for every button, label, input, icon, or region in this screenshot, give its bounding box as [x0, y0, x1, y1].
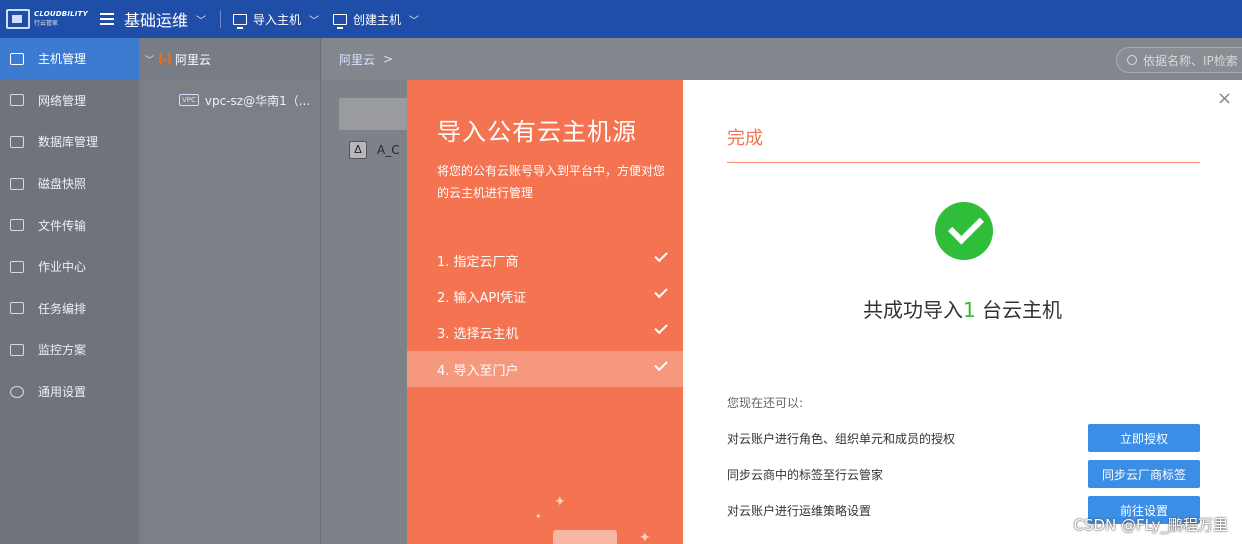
divider	[220, 10, 222, 28]
sidebar-item-label: 通用设置	[38, 385, 87, 400]
check-icon	[654, 248, 668, 263]
decoration-illustration	[553, 530, 617, 544]
sparkle-icon: ✦	[535, 512, 542, 521]
title-divider	[727, 162, 1200, 163]
job-icon	[10, 260, 24, 273]
watermark: CSDN @FLy_鹏程万里	[1073, 516, 1228, 534]
database-icon	[10, 135, 24, 148]
tree-node-label: 阿里云	[174, 52, 211, 67]
create-host-label: 创建主机	[353, 12, 402, 27]
monitor-icon	[233, 13, 248, 29]
result-message: 共成功导入1 台云主机	[683, 294, 1242, 323]
sidebar-item-network[interactable]: 网络管理	[0, 80, 139, 122]
top-bar: CLOUDBILITY 行云管家 基础运维 ﹀ 导入主机 ﹀ 创建主机 ﹀	[0, 0, 1242, 38]
resource-tree: ﹀ (-) 阿里云 VPC vpc-sz@华南1（...	[139, 38, 321, 544]
import-host-button[interactable]: 导入主机 ﹀	[233, 11, 320, 29]
sidebar-item-job-center[interactable]: 作业中心	[0, 246, 139, 288]
chevron-down-icon[interactable]: ﹀	[196, 12, 206, 27]
sidebar-item-file-transfer[interactable]: 文件传输	[0, 204, 139, 246]
wizard-step-1: 1. 指定云厂商	[407, 242, 683, 278]
app-title[interactable]: 基础运维	[124, 7, 188, 31]
action-description: 同步云商中的标签至行云管家	[727, 467, 884, 482]
logo-text: CLOUDBILITY	[34, 10, 88, 18]
sidebar-item-database[interactable]: 数据库管理	[0, 121, 139, 163]
sidebar-item-label: 数据库管理	[38, 135, 99, 150]
sync-tags-button[interactable]: 同步云厂商标签	[1088, 460, 1200, 488]
search-input[interactable]: 依据名称、IP检索	[1116, 47, 1242, 73]
sidebar: 主机管理 网络管理 数据库管理 磁盘快照 文件传输 作业中心 任务编排 监控方案…	[0, 38, 139, 544]
sidebar-item-label: 监控方案	[38, 343, 87, 358]
close-icon[interactable]: ×	[1217, 88, 1232, 109]
wizard-content: × 完成 共成功导入1 台云主机 您现在还可以: 对云账户进行角色、组织单元和成…	[683, 80, 1242, 544]
action-description: 对云账户进行角色、组织单元和成员的授权	[727, 431, 956, 446]
wizard-sidebar: 导入公有云主机源 将您的公有云账号导入到平台中，方便对您的云主机进行管理 1. …	[407, 80, 683, 544]
sidebar-item-label: 作业中心	[38, 260, 87, 275]
wizard-step-2: 2. 输入API凭证	[407, 278, 683, 314]
linux-icon: Δ	[349, 141, 367, 159]
create-host-icon	[333, 13, 348, 29]
sparkle-icon: ✦	[639, 530, 651, 544]
logo-icon	[6, 9, 30, 29]
create-host-button[interactable]: 创建主机 ﹀	[333, 11, 420, 29]
chevron-down-icon[interactable]: ﹀	[145, 53, 154, 66]
aliyun-logo-icon: (-)	[158, 52, 172, 66]
search-placeholder: 依据名称、IP检索	[1143, 53, 1238, 68]
success-check-icon	[935, 202, 993, 260]
network-icon	[10, 94, 24, 107]
step-label: 4. 导入至门户	[437, 363, 519, 379]
sidebar-item-host-management[interactable]: 主机管理	[0, 38, 139, 80]
search-icon	[1127, 55, 1137, 65]
import-host-label: 导入主机	[253, 12, 302, 27]
authorize-now-button[interactable]: 立即授权	[1088, 424, 1200, 452]
tree-node-label: vpc-sz@华南1（...	[204, 93, 311, 108]
tree-node-vpc[interactable]: VPC vpc-sz@华南1（...	[139, 86, 320, 114]
host-name[interactable]: A_C	[377, 143, 400, 157]
wizard-step-4: 4. 导入至门户	[407, 351, 683, 387]
next-steps-label: 您现在还可以:	[727, 396, 804, 410]
sidebar-item-settings[interactable]: 通用设置	[0, 371, 139, 413]
gear-icon	[10, 385, 24, 398]
check-icon	[654, 320, 668, 335]
monitor-chart-icon	[10, 343, 24, 356]
step-label: 3. 选择云主机	[437, 326, 519, 342]
tree-node-aliyun[interactable]: ﹀ (-) 阿里云	[139, 38, 320, 80]
sidebar-item-label: 网络管理	[38, 93, 87, 108]
step-label: 1. 指定云厂商	[437, 254, 519, 270]
breadcrumb-item[interactable]: 阿里云	[339, 51, 375, 68]
check-icon	[654, 284, 668, 299]
action-row-authorize: 对云账户进行角色、组织单元和成员的授权 立即授权	[727, 424, 1200, 452]
result-suffix: 台云主机	[975, 298, 1063, 322]
step-label: 2. 输入API凭证	[437, 290, 527, 306]
sidebar-item-label: 任务编排	[38, 301, 87, 316]
result-prefix: 共成功导入	[862, 298, 963, 322]
result-count: 1	[962, 298, 976, 322]
wizard-step-3: 3. 选择云主机	[407, 314, 683, 350]
action-description: 对云账户进行运维策略设置	[727, 503, 872, 518]
task-icon	[10, 302, 24, 315]
action-row-sync-tags: 同步云商中的标签至行云管家 同步云厂商标签	[727, 460, 1200, 488]
check-icon	[654, 357, 668, 372]
wizard-description: 将您的公有云账号导入到平台中，方便对您的云主机进行管理	[437, 164, 666, 200]
chevron-down-icon: ﹀	[409, 15, 420, 27]
logo-subtext: 行云管家	[34, 20, 59, 27]
sidebar-item-monitoring[interactable]: 监控方案	[0, 329, 139, 371]
vpc-icon: VPC	[179, 94, 199, 106]
sidebar-item-task-orchestration[interactable]: 任务编排	[0, 288, 139, 330]
sidebar-item-label: 文件传输	[38, 218, 87, 233]
camera-icon	[10, 177, 24, 190]
breadcrumb: 阿里云 >	[321, 38, 1242, 80]
sidebar-item-label: 磁盘快照	[38, 177, 87, 192]
chevron-right-icon: >	[383, 52, 394, 66]
monitor-icon	[10, 52, 24, 65]
sparkle-icon: ✦	[554, 494, 566, 510]
section-title: 完成	[727, 128, 763, 149]
logo[interactable]: CLOUDBILITY 行云管家	[6, 9, 88, 29]
sidebar-item-label: 主机管理	[38, 52, 87, 67]
wizard-title: 导入公有云主机源	[437, 118, 637, 146]
menu-icon[interactable]	[100, 10, 114, 28]
chevron-down-icon: ﹀	[309, 15, 320, 27]
sidebar-item-snapshot[interactable]: 磁盘快照	[0, 163, 139, 205]
file-transfer-icon	[10, 219, 24, 232]
